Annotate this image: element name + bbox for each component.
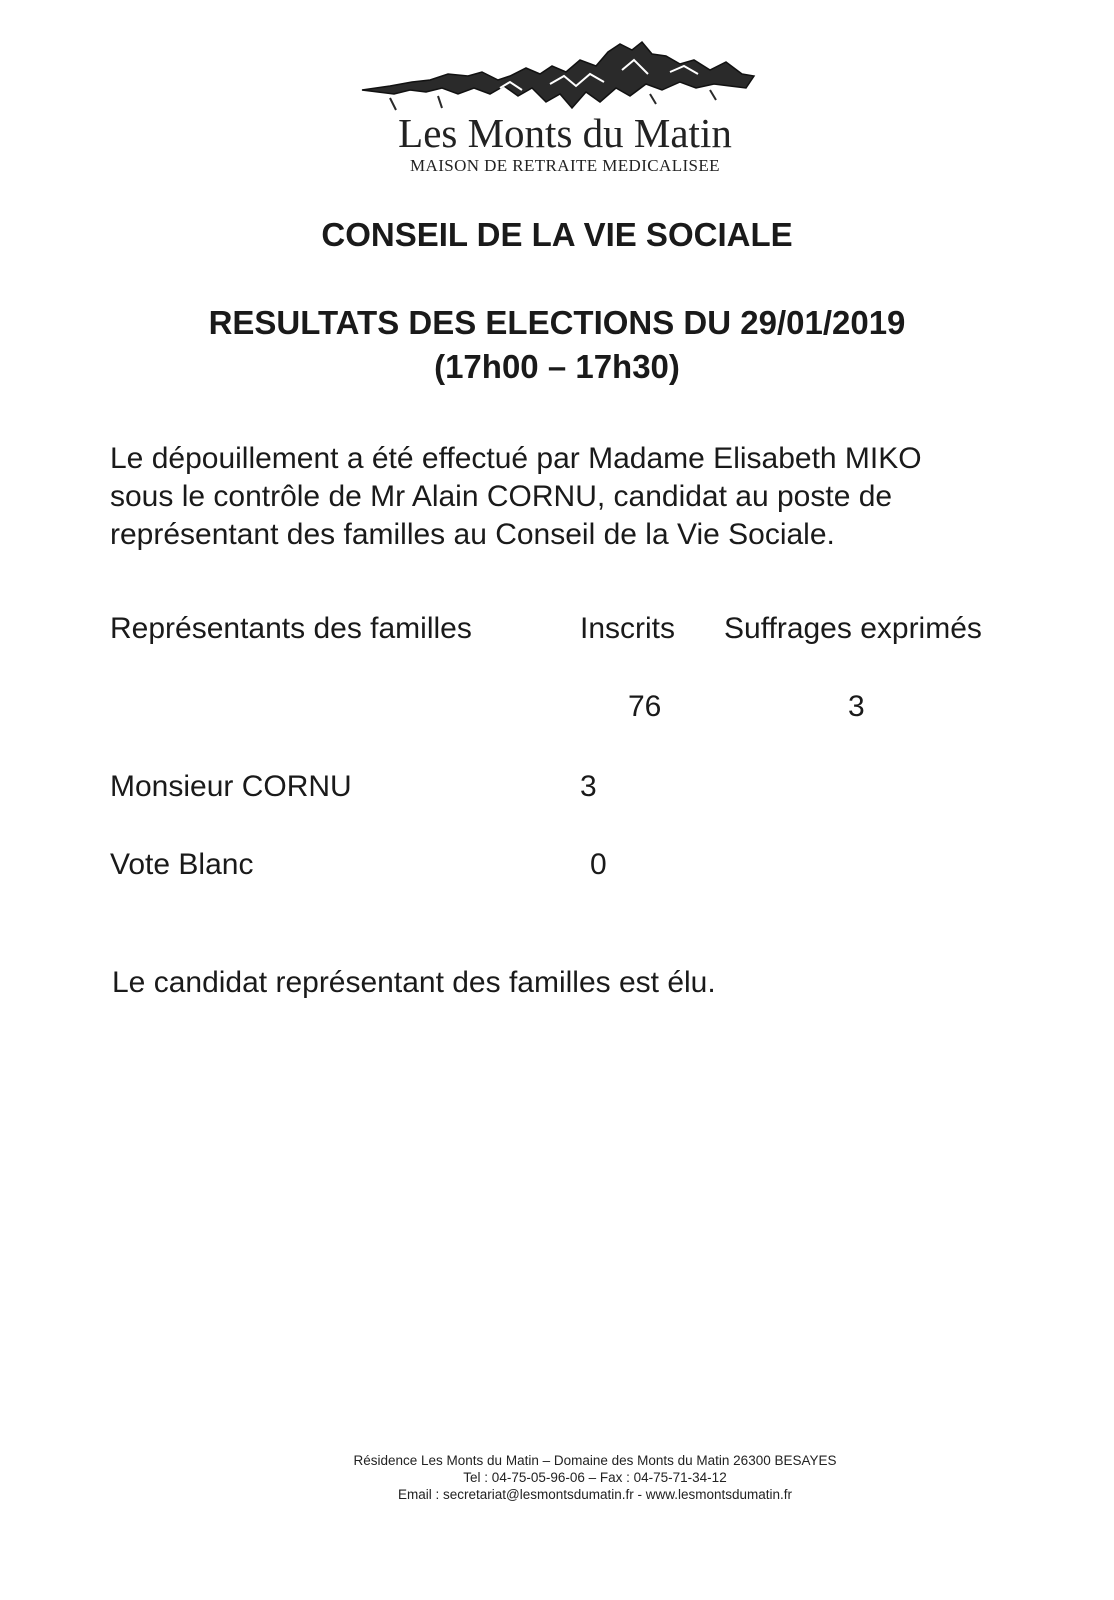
intro-paragraph: Le dépouillement a été effectué par Mada… (110, 440, 1070, 554)
intro-line: représentant des familles au Conseil de … (110, 518, 835, 551)
intro-line: sous le contrôle de Mr Alain CORNU, cand… (110, 480, 893, 513)
org-subtitle: MAISON DE RETRAITE MEDICALISEE (410, 156, 720, 175)
header-cast: Suffrages exprimés (724, 612, 982, 645)
total-cast: 3 (848, 690, 865, 723)
council-title: CONSEIL DE LA VIE SOCIALE (321, 216, 793, 253)
row-votes: 0 (590, 848, 607, 881)
conclusion-text: Le candidat représentant des familles es… (112, 966, 716, 999)
header-registered: Inscrits (580, 612, 676, 645)
mountain-logo-icon (361, 40, 756, 111)
logo: Les Monts du Matin MAISON DE RETRAITE ME… (350, 22, 780, 212)
footer-line: Résidence Les Monts du Matin – Domaine d… (353, 1453, 837, 1468)
footer-line: Tel : 04-75-05-96-06 – Fax : 04-75-71-34… (463, 1470, 727, 1485)
total-registered: 76 (628, 690, 662, 723)
row-label: Vote Blanc (110, 848, 254, 881)
row-votes: 3 (580, 770, 597, 803)
results-title: RESULTATS DES ELECTIONS DU 29/01/2019 (208, 304, 906, 341)
footer-line: Email : secretariat@lesmontsdumatin.fr -… (397, 1487, 793, 1502)
header-group: Représentants des familles (110, 612, 472, 645)
org-name: Les Monts du Matin (398, 110, 732, 156)
hours-title: (17h00 – 17h30) (434, 348, 680, 385)
intro-line: Le dépouillement a été effectué par Mada… (110, 442, 922, 475)
footer-address: Résidence Les Monts du Matin – Domaine d… (0, 1452, 1114, 1503)
row-label: Monsieur CORNU (110, 770, 352, 803)
